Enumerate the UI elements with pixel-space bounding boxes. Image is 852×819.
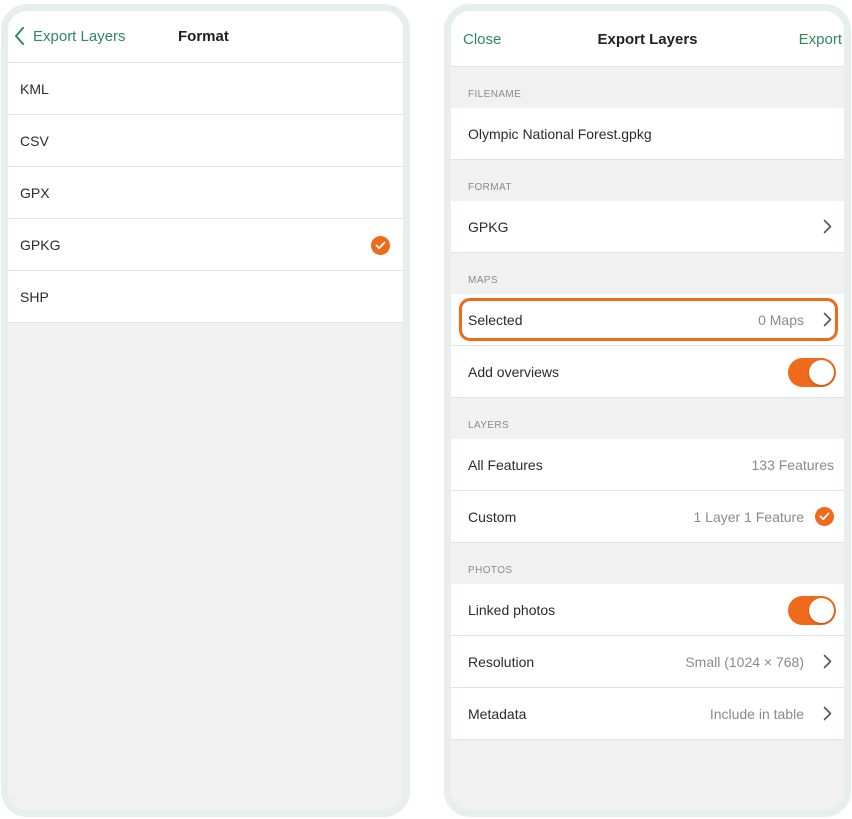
section-header-format: FORMAT <box>468 182 512 193</box>
export-navbar: Close Export Layers Export <box>451 11 844 67</box>
checkmark-icon <box>815 507 834 526</box>
metadata-value: Include in table <box>709 705 804 722</box>
resolution-label: Resolution <box>468 653 535 670</box>
resolution-row[interactable]: Resolution Small (1024 × 768) <box>451 636 844 688</box>
custom-layers-label: Custom <box>468 508 517 525</box>
linked-photos-row: Linked photos <box>451 584 844 636</box>
chevron-left-icon <box>15 27 24 45</box>
export-screen: Close Export Layers Export FILENAME Olym… <box>444 4 851 817</box>
back-button-label: Export Layers <box>33 27 126 45</box>
maps-selected-row[interactable]: Selected 0 Maps <box>451 294 844 346</box>
chevron-right-icon <box>823 654 832 669</box>
chevron-right-icon <box>823 706 832 721</box>
all-features-row[interactable]: All Features 133 Features <box>451 439 844 491</box>
metadata-row[interactable]: Metadata Include in table <box>451 688 844 740</box>
linked-photos-toggle[interactable] <box>788 596 836 625</box>
toggle-knob <box>809 360 834 385</box>
checkmark-icon <box>371 236 390 255</box>
format-option-label: GPX <box>20 184 50 201</box>
format-option-csv[interactable]: CSV <box>8 115 403 167</box>
format-option-shp[interactable]: SHP <box>8 271 403 323</box>
format-navbar: Export Layers Format <box>8 11 403 63</box>
linked-photos-label: Linked photos <box>468 601 556 618</box>
section-header-layers: LAYERS <box>468 420 510 431</box>
maps-selected-value: 0 Maps <box>758 311 804 328</box>
format-option-label: SHP <box>20 288 49 305</box>
resolution-value: Small (1024 × 768) <box>685 653 804 670</box>
custom-layers-value: 1 Layer 1 Feature <box>693 508 804 525</box>
add-overviews-toggle[interactable] <box>788 358 836 387</box>
maps-selected-label: Selected <box>468 311 523 328</box>
filename-field[interactable]: Olympic National Forest.gpkg <box>451 108 844 160</box>
all-features-label: All Features <box>468 456 543 473</box>
format-row[interactable]: GPKG <box>451 201 844 253</box>
page-title: Export Layers <box>597 31 698 48</box>
export-button[interactable]: Export <box>799 31 842 48</box>
format-option-kml[interactable]: KML <box>8 63 403 115</box>
filename-value: Olympic National Forest.gpkg <box>468 125 652 142</box>
page-title: Format <box>178 28 229 45</box>
chevron-right-icon <box>823 312 832 327</box>
format-option-gpkg[interactable]: GPKG <box>8 219 403 271</box>
format-option-gpx[interactable]: GPX <box>8 167 403 219</box>
format-value: GPKG <box>468 218 509 235</box>
section-header-maps: MAPS <box>468 275 498 286</box>
all-features-value: 133 Features <box>751 456 835 473</box>
format-option-label: KML <box>20 80 49 97</box>
format-option-label: GPKG <box>20 236 61 253</box>
add-overviews-row: Add overviews <box>451 346 844 398</box>
section-header-photos: PHOTOS <box>468 565 513 576</box>
add-overviews-label: Add overviews <box>468 363 560 380</box>
metadata-label: Metadata <box>468 705 527 722</box>
format-screen: Export Layers Format KML CSV GPX GPKG SH… <box>1 4 410 817</box>
custom-layers-row[interactable]: Custom 1 Layer 1 Feature <box>451 491 844 543</box>
chevron-right-icon <box>823 219 832 234</box>
toggle-knob <box>809 598 834 623</box>
format-option-label: CSV <box>20 132 49 149</box>
back-button[interactable]: Export Layers <box>14 27 126 45</box>
section-header-filename: FILENAME <box>468 89 522 100</box>
